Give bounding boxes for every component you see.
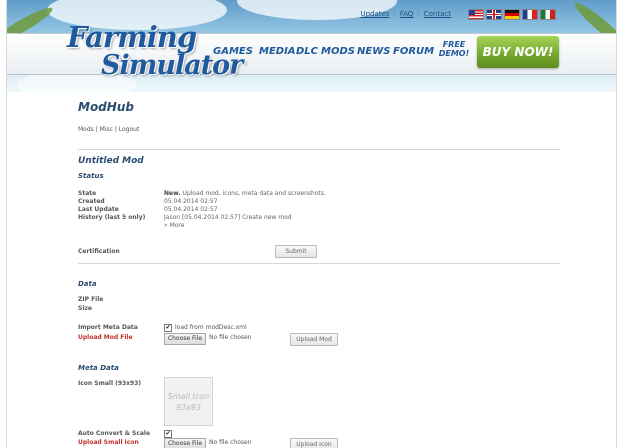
fr-flag-icon[interactable]	[522, 9, 538, 20]
it-flag-icon[interactable]	[540, 9, 556, 20]
submenu-misc[interactable]: Misc	[100, 126, 113, 133]
nav-games[interactable]: GAMES	[213, 46, 253, 57]
history-value: Jason [05.04.2014 02:57] Create new mod	[164, 214, 292, 221]
choose-icon-file-button[interactable]: Choose File	[164, 438, 206, 448]
created-label: Created	[78, 198, 105, 205]
last-update-label: Last Update	[78, 206, 119, 213]
zip-file-label: ZIP File	[78, 296, 104, 303]
upload-small-icon-label: Upload Small Icon	[78, 439, 139, 446]
nav-news[interactable]: NEWS	[357, 46, 390, 57]
import-meta-checkbox-label: load from modDesc.xml	[175, 324, 247, 331]
size-label: Size	[78, 305, 92, 312]
upload-mod-button[interactable]: Upload Mod	[290, 333, 338, 346]
icon-placeholder-line1: Small Icon	[167, 391, 210, 401]
state-value-bold: New.	[164, 190, 181, 197]
import-meta-checkbox[interactable]: ✔	[164, 324, 172, 332]
faq-link[interactable]: FAQ	[400, 10, 414, 18]
updates-link[interactable]: Updates	[360, 10, 389, 18]
more-link[interactable]: » More	[164, 222, 184, 229]
demo-line1: FREE	[442, 40, 466, 49]
icon-placeholder-line2: 93x93	[175, 402, 202, 412]
contact-link[interactable]: Contact	[424, 10, 451, 18]
state-value: New. Upload mod, icons, meta data and sc…	[164, 190, 326, 197]
history-label: History (last 5 only)	[78, 214, 146, 221]
buy-now-button[interactable]: BUY NOW!	[477, 36, 559, 68]
choose-mod-file-button[interactable]: Choose File	[164, 333, 206, 345]
status-heading: Status	[78, 172, 104, 180]
uk-flag-icon[interactable]	[486, 9, 502, 20]
last-update-value: 05.04.2014 02:57	[164, 206, 218, 213]
page-frame: Updates | FAQ | Contact Farming Simulator GA…	[6, 0, 617, 448]
auto-convert-label: Auto Convert & Scale	[78, 430, 151, 437]
state-value-text: Upload mod, icons, meta data and screens…	[180, 190, 326, 197]
language-flags	[468, 9, 556, 20]
created-value: 05.04.2014 02:57	[164, 198, 218, 205]
mod-title: Untitled Mod	[78, 156, 144, 166]
demo-line2: DEMO!	[438, 49, 470, 58]
free-demo-link[interactable]: FREE DEMO!	[437, 40, 471, 58]
submenu-mods[interactable]: Mods	[78, 126, 94, 133]
icon-small-label: Icon Small (93x93)	[78, 380, 142, 387]
data-heading: Data	[78, 280, 97, 288]
meta-data-heading: Meta Data	[78, 364, 119, 372]
submenu-logout[interactable]: Logout	[119, 126, 140, 133]
de-flag-icon[interactable]	[504, 9, 520, 20]
nav-mods[interactable]: MODS	[321, 46, 355, 57]
site-header: Updates | FAQ | Contact Farming Simulator GA…	[7, 0, 616, 92]
top-links: Updates | FAQ | Contact	[360, 10, 451, 18]
certification-label: Certification	[78, 248, 120, 255]
sub-menu: Mods | Misc | Logout	[78, 126, 140, 133]
state-label: State	[78, 190, 97, 197]
divider	[78, 149, 560, 150]
nav-media[interactable]: MEDIA	[259, 46, 296, 57]
small-icon-placeholder: Small Icon 93x93	[164, 377, 213, 426]
icon-file-status: No file chosen	[209, 439, 252, 446]
page-title: ModHub	[78, 100, 134, 114]
nav-forum[interactable]: FORUM	[393, 46, 434, 57]
us-flag-icon[interactable]	[468, 9, 484, 20]
divider	[78, 263, 560, 264]
upload-mod-file-label: Upload Mod File	[78, 334, 133, 341]
logo-farming[interactable]: Farming	[67, 20, 197, 54]
auto-convert-checkbox[interactable]: ✔	[164, 430, 172, 438]
mod-file-status: No file chosen	[209, 334, 252, 341]
nav-dlc[interactable]: DLC	[296, 46, 318, 57]
import-meta-label: Import Meta Data	[78, 324, 138, 331]
submit-button[interactable]: Submit	[275, 245, 317, 258]
upload-icon-button[interactable]: Upload Icon	[290, 438, 338, 448]
